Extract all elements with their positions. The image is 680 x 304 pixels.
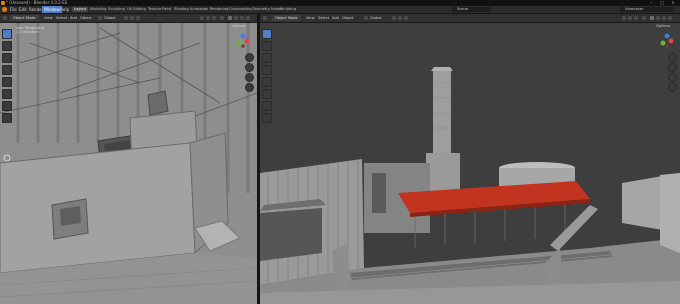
menu-window[interactable]: Window	[42, 6, 62, 13]
pan-hand-icon[interactable]	[245, 63, 254, 72]
view-layer-name: ViewLayer	[625, 7, 644, 11]
menu-edit[interactable]: Edit	[19, 6, 27, 13]
left-transform-global[interactable]: Global	[104, 15, 115, 21]
camera-view-icon[interactable]	[668, 73, 677, 82]
snap-icon[interactable]	[130, 16, 134, 20]
material-shading-icon[interactable]	[662, 16, 666, 20]
tab-layout[interactable]: Layout	[72, 7, 89, 12]
left-menu-select[interactable]: Select	[56, 15, 67, 21]
left-viewport-info: User Perspective (1) Collection	[16, 26, 44, 34]
solid-shading-icon[interactable]	[228, 16, 232, 20]
blender-logo-icon	[1, 1, 5, 5]
right-viewport-header: Object Mode View Select Add Object Globa…	[260, 14, 680, 23]
right-menu-select[interactable]: Select	[318, 15, 329, 21]
proportional-edit-icon[interactable]	[404, 16, 408, 20]
left-options-dropdown[interactable]: Options	[232, 24, 246, 28]
left-viewport-header: Object Mode View Select Add Object Globa…	[0, 14, 257, 23]
right-menu-view[interactable]: View	[306, 15, 315, 21]
xray-icon[interactable]	[220, 16, 224, 20]
right-menu-object[interactable]: Object	[342, 15, 354, 21]
camera-view-icon[interactable]	[245, 73, 254, 82]
left-toolbar	[2, 29, 12, 125]
overlay-toggle-icon[interactable]	[634, 16, 638, 20]
navigation-gizmo-icon[interactable]	[658, 32, 676, 50]
material-shading-icon[interactable]	[240, 16, 244, 20]
move-tool-icon[interactable]	[2, 41, 12, 51]
left-menu-add[interactable]: Add	[70, 15, 77, 21]
left-mode-dropdown[interactable]: Object Mode	[10, 15, 39, 21]
gizmo-toggle-icon[interactable]	[206, 16, 210, 20]
solid-shading-icon[interactable]	[650, 16, 654, 20]
pan-hand-icon[interactable]	[668, 63, 677, 72]
right-toolbar	[262, 29, 272, 125]
tab-scripting[interactable]: Scripting	[278, 7, 298, 12]
measure-tool-icon[interactable]	[2, 101, 12, 111]
view-layer-selector[interactable]: ViewLayer	[620, 7, 673, 12]
pivot-icon[interactable]	[124, 16, 128, 20]
editor-type-icon[interactable]	[3, 16, 7, 20]
wireframe-shading-icon[interactable]	[656, 16, 660, 20]
tab-texture-paint[interactable]: Texture Paint	[146, 7, 173, 12]
proportional-edit-icon[interactable]	[136, 16, 140, 20]
overlay-toggle-icon[interactable]	[212, 16, 216, 20]
wireframe-shading-icon[interactable]	[234, 16, 238, 20]
measure-tool-icon[interactable]	[262, 101, 272, 111]
xray-icon[interactable]	[642, 16, 646, 20]
right-menu-add[interactable]: Add	[332, 15, 339, 21]
navigation-gizmo-icon[interactable]	[234, 32, 252, 50]
transform-tool-icon[interactable]	[2, 77, 12, 87]
collection-label: (1) Collection	[16, 30, 39, 34]
rotate-tool-icon[interactable]	[2, 53, 12, 63]
rendered-shading-icon[interactable]	[668, 16, 672, 20]
visibility-icon[interactable]	[622, 16, 626, 20]
scale-tool-icon[interactable]	[262, 65, 272, 75]
right-viewport[interactable]: Options	[260, 23, 680, 304]
transform-orientation-icon[interactable]	[98, 16, 102, 20]
add-cube-tool-icon[interactable]	[2, 113, 12, 123]
editor-type-icon[interactable]	[263, 16, 267, 20]
transform-orientation-icon[interactable]	[364, 16, 368, 20]
left-viewport[interactable]: User Perspective (1) Collection Options	[0, 23, 257, 304]
top-bar: File Edit Render Window Help Layout Mode…	[0, 6, 680, 14]
zoom-icon[interactable]	[668, 53, 677, 62]
right-scene-render	[260, 23, 680, 304]
scene-name: Scene	[457, 7, 468, 11]
add-cube-tool-icon[interactable]	[262, 113, 272, 123]
tab-animation[interactable]: Animation	[188, 7, 210, 12]
snap-icon[interactable]	[398, 16, 402, 20]
pivot-icon[interactable]	[392, 16, 396, 20]
menu-help[interactable]: Help	[60, 6, 69, 13]
left-menu-object[interactable]: Object	[80, 15, 92, 21]
blender-menu-icon[interactable]	[2, 7, 7, 12]
annotate-tool-icon[interactable]	[262, 89, 272, 99]
perspective-toggle-icon[interactable]	[668, 83, 677, 92]
rotate-tool-icon[interactable]	[262, 53, 272, 63]
right-transform-global[interactable]: Global	[370, 15, 381, 21]
visibility-icon[interactable]	[200, 16, 204, 20]
tab-sculpting[interactable]: Sculpting	[106, 7, 127, 12]
right-options-dropdown[interactable]: Options	[656, 24, 670, 28]
scene-selector[interactable]: Scene	[452, 7, 491, 12]
transform-tool-icon[interactable]	[262, 77, 272, 87]
annotate-tool-icon[interactable]	[2, 89, 12, 99]
left-menu-view[interactable]: View	[44, 15, 53, 21]
move-tool-icon[interactable]	[262, 41, 272, 51]
right-mode-dropdown[interactable]: Object Mode	[272, 15, 301, 21]
menu-file[interactable]: File	[10, 6, 17, 13]
cursor-tool-icon[interactable]	[262, 29, 272, 39]
left-scene-render	[0, 23, 257, 304]
zoom-icon[interactable]	[245, 53, 254, 62]
rendered-shading-icon[interactable]	[246, 16, 250, 20]
tab-uv-editing[interactable]: UV Editing	[125, 7, 148, 12]
scale-tool-icon[interactable]	[2, 65, 12, 75]
cursor-tool-icon[interactable]	[2, 29, 12, 39]
gizmo-toggle-icon[interactable]	[628, 16, 632, 20]
perspective-toggle-icon[interactable]	[245, 83, 254, 92]
